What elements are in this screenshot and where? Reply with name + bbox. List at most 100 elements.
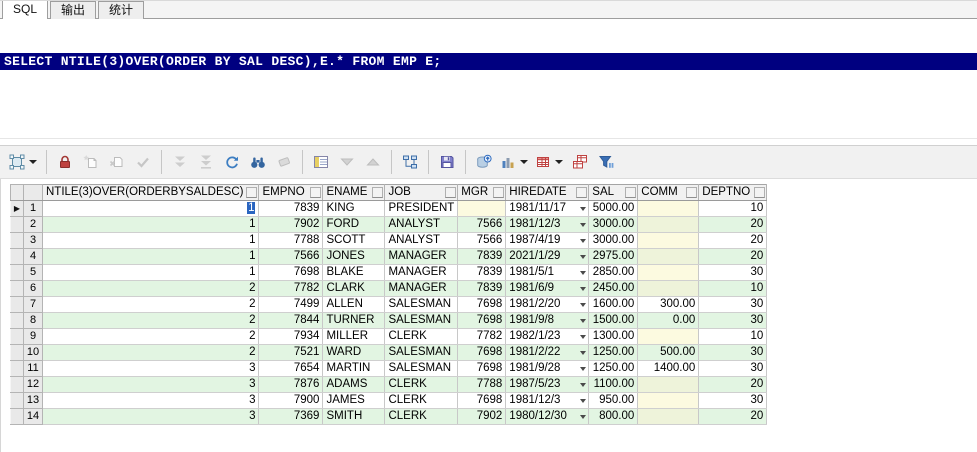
row-number-cell[interactable]: 11 <box>24 361 43 377</box>
cell-empno[interactable]: 7698 <box>259 265 323 281</box>
cell-ntile[interactable]: 2 <box>43 329 259 345</box>
row-number-cell[interactable]: 10 <box>24 345 43 361</box>
single-record-view-button[interactable] <box>309 150 333 174</box>
cell-job[interactable]: CLERK <box>385 409 458 425</box>
date-dropdown-icon[interactable] <box>580 351 586 355</box>
column-header-empno[interactable]: EMPNO <box>259 185 323 201</box>
cell-mgr[interactable]: 7902 <box>458 409 506 425</box>
cell-mgr[interactable]: 7698 <box>458 361 506 377</box>
cell-ntile[interactable]: 1 <box>43 201 259 217</box>
cell-hiredate[interactable]: 1980/12/30 <box>506 409 589 425</box>
cell-comm[interactable] <box>638 377 699 393</box>
cell-ntile[interactable]: 3 <box>43 409 259 425</box>
cell-ntile[interactable]: 2 <box>43 345 259 361</box>
cell-sal[interactable]: 950.00 <box>589 393 638 409</box>
cell-empno[interactable]: 7900 <box>259 393 323 409</box>
row-number-cell[interactable]: 2 <box>24 217 43 233</box>
cell-hiredate[interactable]: 1982/1/23 <box>506 329 589 345</box>
date-dropdown-icon[interactable] <box>580 399 586 403</box>
export-grid-button[interactable] <box>533 150 553 174</box>
cell-ename[interactable]: SCOTT <box>323 233 385 249</box>
cell-job[interactable]: SALESMAN <box>385 297 458 313</box>
column-header-button[interactable] <box>625 187 636 198</box>
row-number-cell[interactable]: 9 <box>24 329 43 345</box>
cell-sal[interactable]: 1250.00 <box>589 361 638 377</box>
column-header-button[interactable] <box>754 187 765 198</box>
cell-sal[interactable]: 5000.00 <box>589 201 638 217</box>
cell-deptno[interactable]: 30 <box>699 361 767 377</box>
cell-deptno[interactable]: 10 <box>699 201 767 217</box>
cell-hiredate[interactable]: 1981/5/1 <box>506 265 589 281</box>
date-dropdown-icon[interactable] <box>580 319 586 323</box>
column-header-button[interactable] <box>246 187 257 198</box>
cell-sal[interactable]: 1250.00 <box>589 345 638 361</box>
cell-empno[interactable]: 7369 <box>259 409 323 425</box>
cell-ntile[interactable]: 1 <box>43 249 259 265</box>
row-number-cell[interactable]: 8 <box>24 313 43 329</box>
sql-selected-line[interactable]: SELECT NTILE(3)OVER(ORDER BY SAL DESC),E… <box>0 53 977 70</box>
row-indicator-cell[interactable]: ▶ <box>11 201 24 217</box>
column-header-button[interactable] <box>493 187 504 198</box>
row-number-cell[interactable]: 6 <box>24 281 43 297</box>
cell-ename[interactable]: BLAKE <box>323 265 385 281</box>
column-header-deptno[interactable]: DEPTNO <box>699 185 767 201</box>
cell-ename[interactable]: TURNER <box>323 313 385 329</box>
refresh-button[interactable] <box>220 150 244 174</box>
cell-sal[interactable]: 1500.00 <box>589 313 638 329</box>
cell-comm[interactable] <box>638 265 699 281</box>
cell-sal[interactable]: 2850.00 <box>589 265 638 281</box>
cell-ntile[interactable]: 2 <box>43 297 259 313</box>
cell-sal[interactable]: 1300.00 <box>589 329 638 345</box>
cell-ntile[interactable]: 1 <box>43 217 259 233</box>
cell-comm[interactable]: 500.00 <box>638 345 699 361</box>
cell-comm[interactable]: 300.00 <box>638 297 699 313</box>
row-indicator-cell[interactable] <box>11 249 24 265</box>
cell-comm[interactable] <box>638 393 699 409</box>
row-indicator-cell[interactable] <box>11 345 24 361</box>
cell-hiredate[interactable]: 1981/2/20 <box>506 297 589 313</box>
cell-ename[interactable]: WARD <box>323 345 385 361</box>
cell-mgr[interactable]: 7698 <box>458 345 506 361</box>
cell-mgr[interactable]: 7839 <box>458 265 506 281</box>
cell-job[interactable]: MANAGER <box>385 265 458 281</box>
row-number-cell[interactable]: 14 <box>24 409 43 425</box>
cell-mgr[interactable]: 7566 <box>458 217 506 233</box>
cell-job[interactable]: CLERK <box>385 329 458 345</box>
row-indicator-cell[interactable] <box>11 217 24 233</box>
cell-deptno[interactable]: 20 <box>699 377 767 393</box>
column-header-mgr[interactable]: MGR <box>458 185 506 201</box>
cell-sal[interactable]: 1100.00 <box>589 377 638 393</box>
cell-empno[interactable]: 7934 <box>259 329 323 345</box>
cell-mgr[interactable]: 7698 <box>458 313 506 329</box>
cell-hiredate[interactable]: 1981/11/17 <box>506 201 589 217</box>
cell-mgr[interactable]: 7839 <box>458 249 506 265</box>
save-results-button[interactable] <box>435 150 459 174</box>
date-dropdown-icon[interactable] <box>580 335 586 339</box>
copy-to-grid-button[interactable] <box>568 150 592 174</box>
cell-empno[interactable]: 7566 <box>259 249 323 265</box>
cell-comm[interactable] <box>638 249 699 265</box>
chart-button[interactable] <box>498 150 518 174</box>
cell-hiredate[interactable]: 1987/5/23 <box>506 377 589 393</box>
cell-empno[interactable]: 7782 <box>259 281 323 297</box>
cell-empno[interactable]: 7521 <box>259 345 323 361</box>
row-indicator-cell[interactable] <box>11 233 24 249</box>
cell-empno[interactable]: 7902 <box>259 217 323 233</box>
grid-options-button[interactable] <box>7 150 27 174</box>
cell-sal[interactable]: 2975.00 <box>589 249 638 265</box>
cell-deptno[interactable]: 10 <box>699 281 767 297</box>
cell-mgr[interactable]: 7788 <box>458 377 506 393</box>
cell-ntile[interactable]: 3 <box>43 361 259 377</box>
column-header-ename[interactable]: ENAME <box>323 185 385 201</box>
cell-hiredate[interactable]: 1981/9/28 <box>506 361 589 377</box>
cell-ename[interactable]: ALLEN <box>323 297 385 313</box>
cell-deptno[interactable]: 30 <box>699 393 767 409</box>
cell-comm[interactable] <box>638 329 699 345</box>
column-header-button[interactable] <box>445 187 456 198</box>
cell-ntile[interactable]: 1 <box>43 265 259 281</box>
row-indicator-cell[interactable] <box>11 393 24 409</box>
cell-deptno[interactable]: 20 <box>699 233 767 249</box>
chart-caret-icon[interactable] <box>520 160 528 164</box>
column-header-button[interactable] <box>576 187 587 198</box>
cell-deptno[interactable]: 20 <box>699 249 767 265</box>
